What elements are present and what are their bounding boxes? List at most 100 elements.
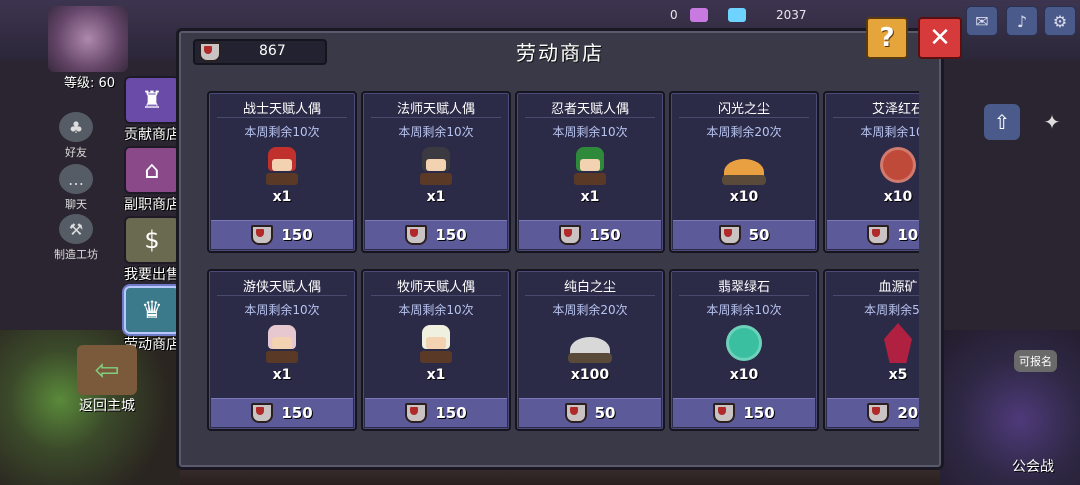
shop-item-grid[interactable]: 战士天赋人偶 本周剩余10次 x1 150 法师天赋人偶 本周剩余10次 x1 150 忍者天赋… — [207, 91, 919, 441]
divider — [371, 117, 501, 118]
help-button[interactable]: ? — [866, 17, 908, 59]
contribution-shop-icon: ♜ — [124, 76, 180, 124]
upgrade-icon[interactable]: ⇧ — [984, 104, 1020, 140]
item-name: 游侠天赋人偶 — [242, 280, 321, 295]
item-price: 100 — [897, 226, 919, 244]
shop-item-card[interactable]: 忍者天赋人偶 本周剩余10次 x1 150 — [515, 91, 665, 253]
signup-badge[interactable]: 可报名 — [1014, 350, 1057, 372]
item-icon — [568, 145, 612, 185]
sound-icon[interactable]: ♪ — [1006, 6, 1038, 36]
mail-icon[interactable]: ✉ — [966, 6, 998, 36]
shop-item-card[interactable]: 战士天赋人偶 本周剩余10次 x1 150 — [207, 91, 357, 253]
item-name: 牧师天赋人偶 — [396, 280, 475, 295]
player-avatar[interactable] — [48, 6, 128, 72]
item-quantity: x10 — [729, 367, 759, 383]
shop-item-card[interactable]: 翡翠绿石 本周剩余10次 x10 150 — [669, 269, 819, 431]
resource-diamond-count: 2037 — [776, 8, 807, 22]
item-icon — [260, 323, 304, 363]
buy-button[interactable]: 150 — [673, 398, 815, 427]
resource-gem-count: 0 — [670, 8, 678, 22]
item-quantity: x1 — [580, 189, 600, 205]
item-weekly-limit: 本周剩余10次 — [398, 125, 474, 139]
item-icon — [414, 323, 458, 363]
buy-button[interactable]: 150 — [211, 220, 353, 249]
item-icon — [722, 323, 766, 363]
profession-shop-icon: ⌂ — [124, 146, 180, 194]
chat-icon: … — [59, 164, 93, 194]
buy-button[interactable]: 150 — [365, 220, 507, 249]
shop-item-card[interactable]: 法师天赋人偶 本周剩余10次 x1 150 — [361, 91, 511, 253]
buy-button[interactable]: 150 — [519, 220, 661, 249]
divider — [217, 295, 347, 296]
friends-label: 好友 — [65, 146, 87, 159]
tab-labor-shop[interactable]: ♛ 劳动商店 — [120, 286, 184, 354]
shop-item-card[interactable]: 艾泽红石本周剩余10次 x10 100 — [823, 91, 919, 253]
item-price: 150 — [589, 226, 621, 244]
item-name: 法师天赋人偶 — [396, 102, 475, 117]
item-name: 艾泽红石 — [871, 102, 919, 117]
item-quantity: x10 — [883, 189, 913, 205]
item-weekly-limit: 本周剩余5次 — [864, 303, 919, 317]
tab-contribution-shop-label: 贡献商店 — [124, 127, 180, 143]
chat-button[interactable]: … 聊天 — [54, 164, 98, 212]
labor-token-icon — [405, 225, 428, 245]
item-icon — [414, 145, 458, 185]
item-name: 闪光之尘 — [717, 102, 770, 117]
guild-war-button[interactable]: 公会战 — [1012, 456, 1054, 476]
sell-icon: $ — [124, 216, 180, 264]
item-quantity: x1 — [426, 189, 446, 205]
labor-token-icon — [564, 403, 587, 423]
item-icon — [876, 145, 919, 185]
divider — [833, 295, 919, 296]
buy-button[interactable]: 100 — [827, 220, 919, 249]
return-home-button[interactable]: ⇦ 返回主城 — [62, 345, 152, 415]
item-icon — [260, 145, 304, 185]
labor-token-icon — [559, 225, 582, 245]
right-scene-background — [940, 330, 1080, 485]
item-weekly-limit: 本周剩余20次 — [706, 125, 782, 139]
diamond-icon — [728, 8, 746, 22]
item-icon — [722, 145, 766, 185]
buy-button[interactable]: 150 — [365, 398, 507, 427]
gem-icon — [690, 8, 708, 22]
tab-contribution-shop[interactable]: ♜ 贡献商店 — [120, 76, 184, 144]
friends-button[interactable]: ♣ 好友 — [54, 112, 98, 160]
buy-button[interactable]: 50 — [519, 398, 661, 427]
shop-item-card[interactable]: 血源矿本周剩余5次 x5 200 — [823, 269, 919, 431]
item-price: 150 — [281, 404, 313, 422]
chat-label: 聊天 — [65, 198, 87, 211]
item-price: 150 — [435, 404, 467, 422]
item-name: 战士天赋人偶 — [242, 102, 321, 117]
shop-item-card[interactable]: 闪光之尘本周剩余20次 x10 50 — [669, 91, 819, 253]
shop-item-card[interactable]: 牧师天赋人偶 本周剩余10次 x1 150 — [361, 269, 511, 431]
divider — [525, 117, 655, 118]
item-quantity: x5 — [888, 367, 908, 383]
buy-button[interactable]: 150 — [211, 398, 353, 427]
item-weekly-limit: 本周剩余20次 — [552, 303, 628, 317]
item-name: 忍者天赋人偶 — [550, 102, 629, 117]
item-quantity: x1 — [272, 367, 292, 383]
item-quantity: x1 — [272, 189, 292, 205]
item-weekly-limit: 本周剩余10次 — [244, 303, 320, 317]
item-price: 50 — [748, 226, 770, 244]
shop-item-card[interactable]: 游侠天赋人偶 本周剩余10次 x1 150 — [207, 269, 357, 431]
settings-gear-icon[interactable]: ⚙ — [1044, 6, 1076, 36]
divider — [679, 295, 809, 296]
item-quantity: x10 — [729, 189, 759, 205]
labor-shop-panel: 867 劳动商店 战士天赋人偶 本周剩余10次 x1 150 法师天赋人偶 本周剩余10次… — [176, 28, 944, 470]
buy-button[interactable]: 200 — [827, 398, 919, 427]
close-button[interactable]: ✕ — [918, 17, 962, 59]
item-name: 血源矿 — [878, 280, 918, 295]
tab-profession-shop[interactable]: ⌂ 副职商店 — [120, 146, 184, 214]
buy-button[interactable]: 50 — [673, 220, 815, 249]
item-weekly-limit: 本周剩余10次 — [244, 125, 320, 139]
workshop-button[interactable]: ⚒ 制造工坊 — [54, 214, 98, 262]
tab-sell[interactable]: $ 我要出售 — [120, 216, 184, 284]
labor-token-icon — [251, 225, 274, 245]
puzzle-icon[interactable]: ✦ — [1034, 104, 1070, 140]
item-price: 150 — [743, 404, 775, 422]
back-arrow-icon: ⇦ — [77, 345, 137, 395]
shop-item-card[interactable]: 纯白之尘 本周剩余20次 x100 50 — [515, 269, 665, 431]
item-weekly-limit: 本周剩余10次 — [860, 125, 919, 139]
item-name: 翡翠绿石 — [717, 280, 770, 295]
